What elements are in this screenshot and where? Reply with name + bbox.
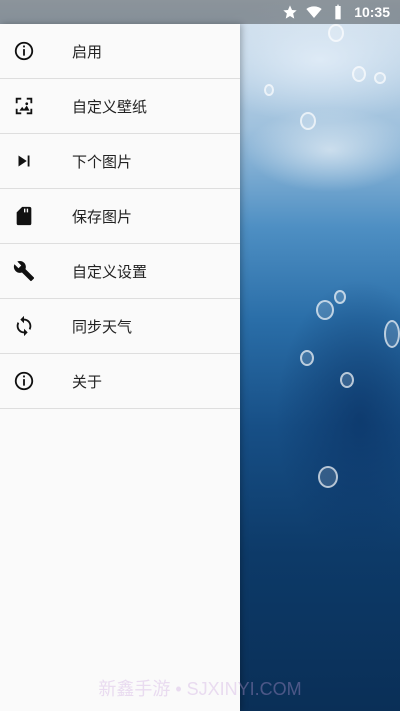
star-icon xyxy=(283,5,297,19)
status-bar: 10:35 xyxy=(0,0,400,24)
navigation-drawer: 启用 自定义壁纸 下个图片 保存图片 自定义设置 同步天气 关于 xyxy=(0,24,240,711)
drawer-item-sync-weather[interactable]: 同步天气 xyxy=(0,299,240,354)
wrench-icon xyxy=(0,260,48,282)
watermark: 新鑫手游 • SJXINYI.COM xyxy=(98,679,302,699)
drawer-item-label: 保存图片 xyxy=(72,207,133,226)
drawer-item-label: 下个图片 xyxy=(72,152,133,171)
skip-next-icon xyxy=(0,150,48,172)
info-icon xyxy=(0,370,48,392)
drawer-item-label: 自定义壁纸 xyxy=(72,97,148,116)
drawer-item-label: 启用 xyxy=(72,42,103,61)
drawer-item-save-image[interactable]: 保存图片 xyxy=(0,189,240,244)
info-icon xyxy=(0,40,48,62)
sync-icon xyxy=(0,315,48,337)
sd-card-icon xyxy=(0,205,48,227)
wallpaper-icon xyxy=(0,95,48,117)
status-time: 10:35 xyxy=(354,4,390,20)
drawer-item-enable[interactable]: 启用 xyxy=(0,24,240,79)
drawer-item-about[interactable]: 关于 xyxy=(0,354,240,409)
drawer-item-custom-wallpaper[interactable]: 自定义壁纸 xyxy=(0,79,240,134)
drawer-item-label: 关于 xyxy=(72,372,103,391)
drawer-item-label: 同步天气 xyxy=(72,317,133,336)
wifi-icon xyxy=(306,6,322,18)
drawer-item-custom-settings[interactable]: 自定义设置 xyxy=(0,244,240,299)
drawer-item-label: 自定义设置 xyxy=(72,262,148,281)
battery-icon xyxy=(335,4,341,20)
drawer-item-next-image[interactable]: 下个图片 xyxy=(0,134,240,189)
